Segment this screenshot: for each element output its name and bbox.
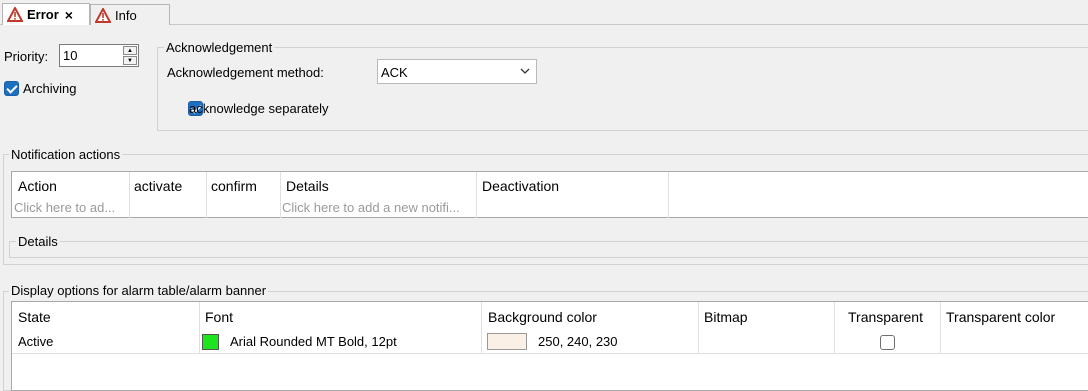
- spin-up-icon[interactable]: ▲: [123, 46, 137, 55]
- col-activate[interactable]: activate: [134, 178, 182, 194]
- close-icon[interactable]: ×: [65, 7, 73, 23]
- priority-value: 10: [63, 48, 78, 63]
- ack-method-value: ACK: [381, 65, 408, 80]
- col-deactivation[interactable]: Deactivation: [482, 178, 559, 194]
- row-background-value[interactable]: 250, 240, 230: [538, 334, 618, 349]
- col-transparent-color[interactable]: Transparent color: [946, 309, 1055, 325]
- priority-spinner[interactable]: 10 ▲ ▼: [59, 44, 139, 67]
- archiving-checkbox[interactable]: [4, 81, 19, 96]
- notification-table[interactable]: Action activate confirm Details Deactiva…: [11, 171, 1088, 218]
- transparent-checkbox[interactable]: [880, 335, 895, 350]
- col-transparent[interactable]: Transparent: [848, 309, 923, 325]
- details-title: Details: [16, 234, 60, 249]
- row-font[interactable]: Arial Rounded MT Bold, 12pt: [230, 334, 397, 349]
- col-state[interactable]: State: [18, 309, 51, 325]
- tab-bar: Error × Info: [0, 0, 1088, 25]
- col-action[interactable]: Action: [18, 178, 57, 194]
- background-color-swatch[interactable]: [487, 333, 527, 350]
- col-background-color[interactable]: Background color: [488, 309, 597, 325]
- ack-method-select[interactable]: ACK: [377, 59, 537, 84]
- ack-method-label: Acknowledgement method:: [167, 65, 324, 80]
- tab-info[interactable]: Info: [90, 4, 170, 25]
- add-action-hint[interactable]: Click here to ad...: [14, 200, 128, 215]
- warning-icon: [7, 7, 23, 22]
- ack-separately-label: acknowledge separately: [189, 101, 329, 116]
- add-notification-hint[interactable]: Click here to add a new notifi...: [282, 200, 474, 215]
- tab-error-label: Error: [27, 7, 59, 22]
- warning-icon: [95, 7, 111, 23]
- acknowledgement-title: Acknowledgement: [164, 40, 275, 55]
- display-options-title: Display options for alarm table/alarm ba…: [9, 283, 269, 298]
- spin-down-icon[interactable]: ▼: [123, 56, 137, 65]
- chevron-down-icon: [520, 68, 530, 74]
- col-bitmap[interactable]: Bitmap: [704, 309, 748, 325]
- tab-info-label: Info: [115, 7, 137, 23]
- notification-title: Notification actions: [9, 147, 123, 162]
- priority-label: Priority:: [4, 49, 49, 64]
- col-confirm[interactable]: confirm: [211, 178, 257, 194]
- tab-error[interactable]: Error ×: [2, 3, 90, 25]
- col-details[interactable]: Details: [286, 178, 329, 194]
- archiving-label: Archiving: [23, 81, 77, 96]
- details-group: [9, 241, 1088, 258]
- col-font[interactable]: Font: [205, 309, 233, 325]
- display-options-table[interactable]: State Font Background color Bitmap Trans…: [11, 301, 1088, 391]
- acknowledgement-group: [157, 47, 1088, 131]
- row-state: Active: [18, 334, 54, 349]
- font-color-swatch[interactable]: [202, 334, 219, 350]
